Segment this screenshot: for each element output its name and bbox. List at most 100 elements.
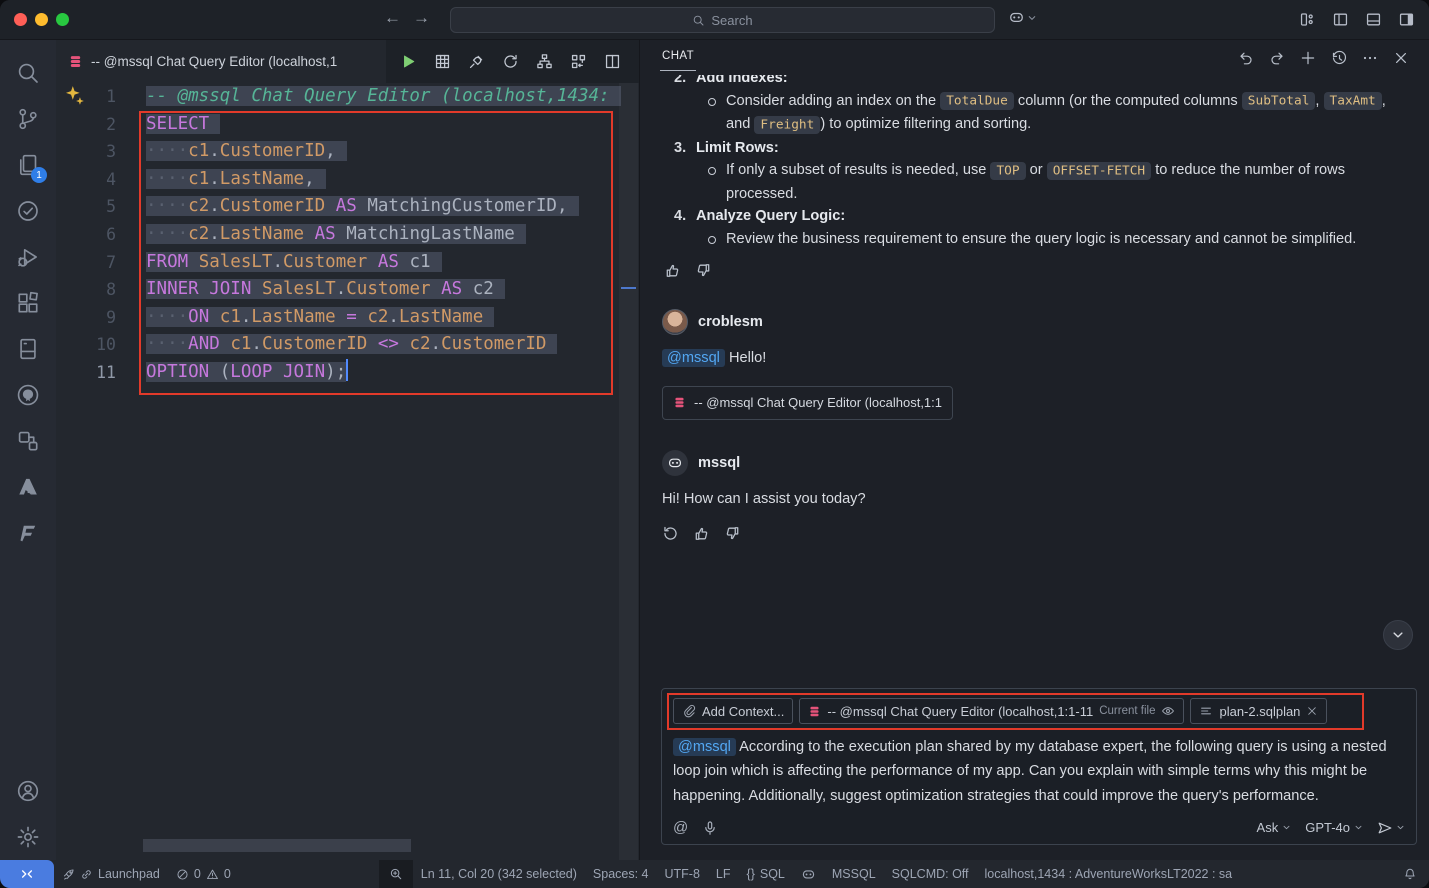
run-icon[interactable]: [400, 53, 417, 70]
list-item-title: 3.Limit Rows:: [662, 137, 1407, 160]
maximize-window-button[interactable]: [56, 13, 69, 26]
eye-icon[interactable]: [1161, 704, 1175, 718]
disconnect-icon[interactable]: [468, 53, 485, 70]
activity-bar-item-flyway[interactable]: [4, 510, 52, 556]
remote-indicator[interactable]: [0, 860, 54, 888]
chat-conversation: 2.Add Indexes:Consider adding an index o…: [640, 75, 1429, 665]
tab-chat[interactable]: CHAT: [660, 44, 696, 71]
mention-chip[interactable]: @mssql: [662, 349, 725, 367]
editor-horizontal-scrollbar[interactable]: [143, 839, 411, 852]
more-actions-icon[interactable]: [1362, 50, 1378, 66]
results-grid-icon[interactable]: [434, 53, 451, 70]
history-icon[interactable]: [1331, 50, 1347, 66]
activity-bar-item-accounts[interactable]: [4, 768, 52, 814]
mode-dropdown[interactable]: Ask: [1257, 820, 1292, 835]
line-number: 7: [56, 249, 116, 277]
context-plan-label: plan-2.sqlplan: [1219, 704, 1300, 719]
context-chip-current-file[interactable]: -- @mssql Chat Query Editor (localhost,1…: [799, 698, 1184, 724]
scroll-to-bottom-button[interactable]: [1383, 620, 1413, 650]
minimize-window-button[interactable]: [35, 13, 48, 26]
copilot-menu[interactable]: [1008, 9, 1037, 26]
chat-panel-header: CHAT: [640, 40, 1429, 75]
thumbs-down-icon[interactable]: [724, 525, 741, 542]
command-center-search[interactable]: Search: [450, 7, 995, 33]
notifications-bell[interactable]: [1395, 860, 1429, 888]
list-item-title: 2.Add Indexes:: [662, 75, 1407, 90]
redo-icon[interactable]: [1269, 50, 1285, 66]
attachment-chip[interactable]: -- @mssql Chat Query Editor (localhost,1…: [662, 386, 953, 421]
indentation-item[interactable]: Spaces: 4: [585, 860, 657, 888]
new-chat-icon[interactable]: [1300, 50, 1316, 66]
code-line: 6····c2.LastName AS MatchingLastName: [56, 221, 639, 249]
code-line: 11OPTION (LOOP JOIN);: [56, 359, 639, 387]
thumbs-up-icon[interactable]: [664, 262, 681, 279]
editor-vertical-scrollbar[interactable]: [619, 83, 638, 860]
editor-group: -- @mssql Chat Query Editor (localhost,1…: [56, 40, 640, 860]
activity-bar-item-testing[interactable]: [4, 188, 52, 234]
activity-bar-item-settings-gear[interactable]: [4, 814, 52, 860]
toggle-panel-icon[interactable]: [1365, 11, 1382, 28]
tab-mssql-chat-query-editor[interactable]: -- @mssql Chat Query Editor (localhost,1: [56, 40, 386, 83]
split-editor-icon[interactable]: [604, 53, 621, 70]
text-cursor: [346, 359, 348, 381]
activity-bar-item-source-control[interactable]: [4, 96, 52, 142]
activity-bar-item-notebook[interactable]: [4, 326, 52, 372]
line-number: 2: [56, 111, 116, 139]
launchpad-item[interactable]: Launchpad: [54, 860, 168, 888]
close-icon[interactable]: [1393, 50, 1409, 66]
language-item[interactable]: {} SQL: [739, 860, 793, 888]
send-button[interactable]: [1377, 820, 1405, 836]
activity-bar-item-extensions[interactable]: [4, 280, 52, 326]
mic-icon[interactable]: [702, 820, 718, 836]
activity-bar-item-explorer[interactable]: 1: [4, 142, 52, 188]
change-connection-icon[interactable]: [502, 53, 519, 70]
add-context-button[interactable]: Add Context...: [673, 698, 793, 724]
customize-layout-icon[interactable]: [1299, 11, 1316, 28]
retry-icon[interactable]: [662, 525, 679, 542]
toggle-secondary-sidebar-icon[interactable]: [1398, 11, 1415, 28]
activity-bar-item-search[interactable]: [4, 50, 52, 96]
thumbs-up-icon[interactable]: [693, 525, 710, 542]
context-chip-sqlplan[interactable]: plan-2.sqlplan: [1190, 698, 1327, 724]
list-bullet: If only a subset of results is needed, u…: [662, 159, 1407, 205]
encoding-item[interactable]: UTF-8: [657, 860, 708, 888]
sqlcmd-item[interactable]: SQLCMD: Off: [884, 860, 977, 888]
forward-icon[interactable]: →: [413, 8, 430, 28]
mention-button[interactable]: @: [673, 819, 688, 836]
database-file-icon: [673, 396, 686, 409]
inline-code: Freight: [754, 116, 820, 134]
avatar: [662, 450, 688, 476]
undo-icon[interactable]: [1238, 50, 1254, 66]
context-file-label: -- @mssql Chat Query Editor (localhost,1…: [827, 704, 1093, 719]
mssql-item[interactable]: MSSQL: [824, 860, 884, 888]
thumbs-down-icon[interactable]: [695, 262, 712, 279]
back-icon[interactable]: ←: [384, 8, 401, 28]
model-dropdown[interactable]: GPT-4o: [1305, 820, 1363, 835]
chat-input-text[interactable]: @mssql According to the execution plan s…: [673, 735, 1405, 808]
connection-item[interactable]: localhost,1434 : AdventureWorksLT2022 : …: [977, 860, 1241, 888]
copilot-sparkle-icon[interactable]: [64, 85, 86, 107]
problems-item[interactable]: 0 0: [168, 860, 239, 888]
bell-icon: [1403, 867, 1417, 881]
actual-plan-icon[interactable]: [570, 53, 587, 70]
eol-item[interactable]: LF: [708, 860, 739, 888]
chat-input-box[interactable]: Add Context... -- @mssql Chat Query Edit…: [661, 688, 1417, 845]
list-file-icon: [1199, 704, 1213, 718]
extensions-icon: [16, 291, 40, 315]
code-editor[interactable]: 1-- @mssql Chat Query Editor (localhost,…: [56, 83, 639, 860]
close-icon[interactable]: [1306, 705, 1318, 717]
zoom-indicator[interactable]: [379, 860, 413, 888]
avatar: [662, 309, 688, 335]
activity-bar-item-azure[interactable]: [4, 464, 52, 510]
estimated-plan-icon[interactable]: [536, 53, 553, 70]
copilot-status-item[interactable]: [793, 860, 824, 888]
cursor-position-item[interactable]: Ln 11, Col 20 (342 selected): [413, 860, 585, 888]
badge: 1: [31, 167, 47, 183]
toggle-sidebar-icon[interactable]: [1332, 11, 1349, 28]
activity-bar-item-connections[interactable]: [4, 418, 52, 464]
close-window-button[interactable]: [14, 13, 27, 26]
testing-icon: [16, 199, 40, 223]
activity-bar-item-github[interactable]: [4, 372, 52, 418]
activity-bar-item-run-debug[interactable]: [4, 234, 52, 280]
chat-input-controls: @ Ask GPT-4o: [673, 819, 1405, 836]
